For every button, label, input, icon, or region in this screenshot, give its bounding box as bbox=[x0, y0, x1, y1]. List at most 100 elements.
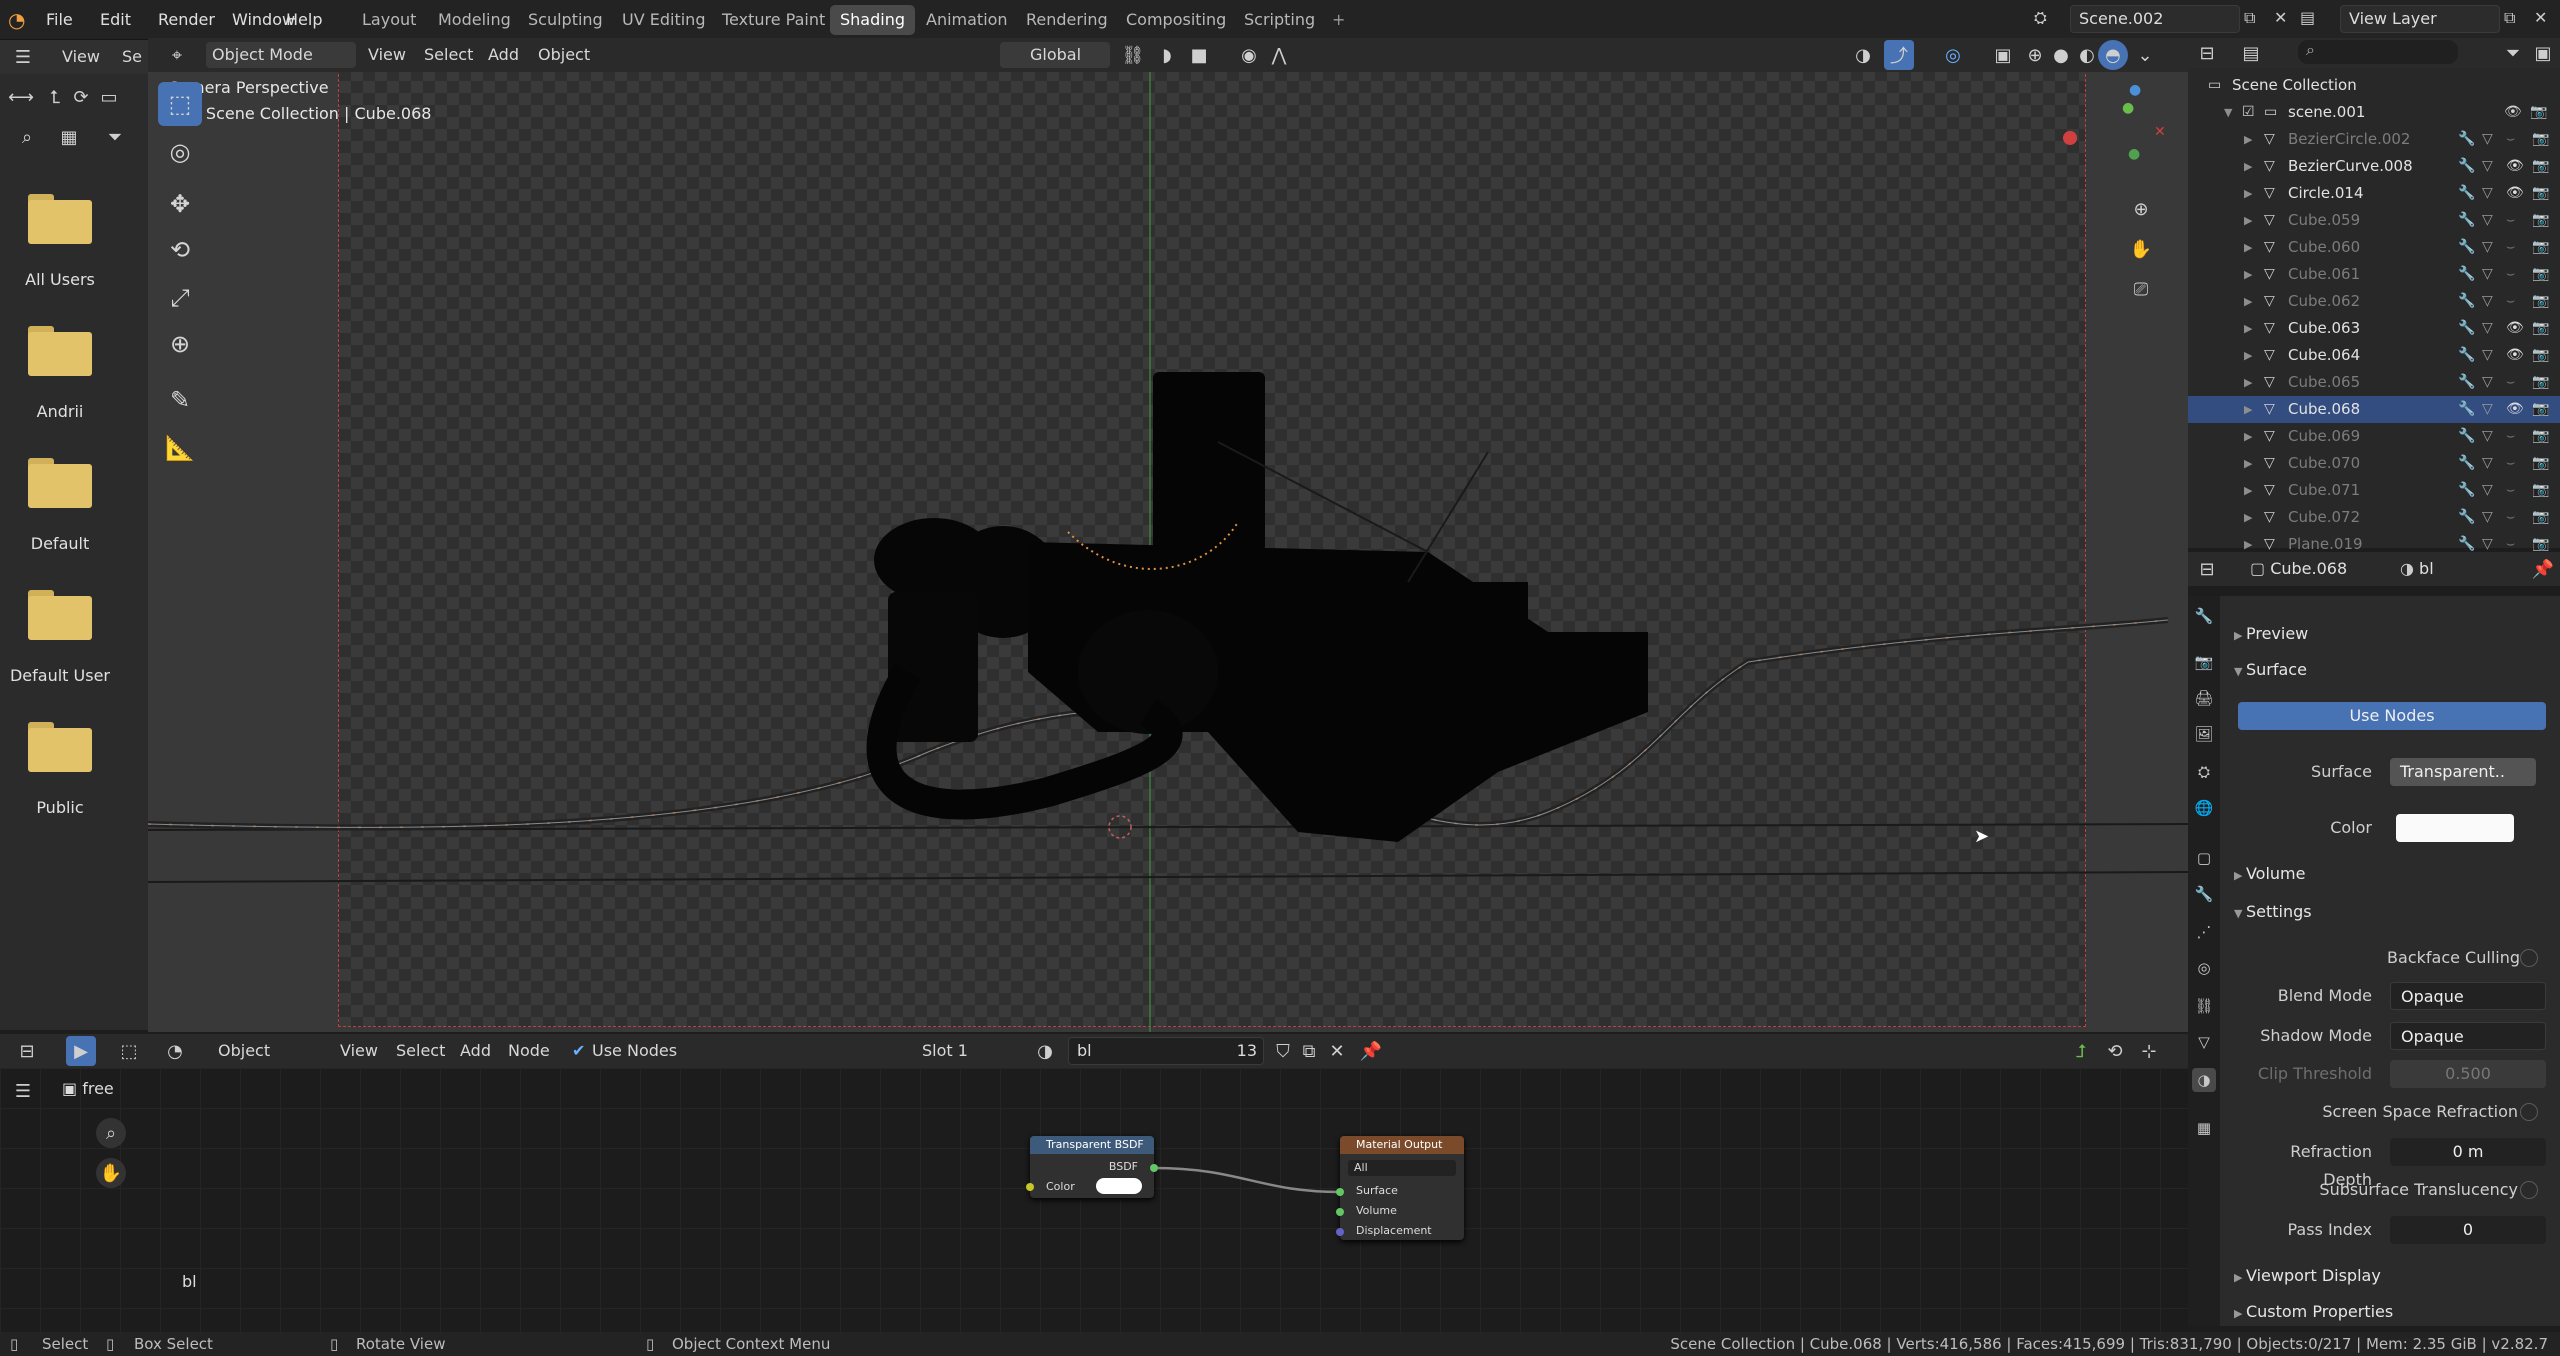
scene-icon[interactable]: ⛭ bbox=[2034, 8, 2047, 28]
rendered-shading-icon[interactable]: ◓ bbox=[2098, 40, 2128, 70]
move-tool-icon[interactable]: ✥ bbox=[158, 182, 202, 226]
display-mode-icon[interactable]: ▤ bbox=[2236, 38, 2266, 68]
refresh-icon[interactable]: ⟳ bbox=[66, 82, 96, 112]
folder-label[interactable]: All Users bbox=[0, 270, 120, 289]
object-tab-icon[interactable]: ▢ bbox=[2192, 846, 2216, 870]
render-icon[interactable]: 📷 bbox=[2532, 342, 2549, 369]
modifier-icon[interactable]: 🔧 bbox=[2458, 396, 2475, 423]
view-layer-tab-icon[interactable]: 🖼 bbox=[2192, 722, 2216, 746]
gizmo-icon[interactable]: ⤴ bbox=[1884, 40, 1914, 70]
outliner-item[interactable]: ▶ ▽ BezierCurve.008 🔧 ▽ 👁 📷 bbox=[2188, 153, 2560, 180]
hidden-icon[interactable]: ⌣ bbox=[2506, 207, 2515, 234]
use-nodes-button[interactable]: Use Nodes bbox=[2238, 702, 2546, 730]
scale-tool-icon[interactable]: ⤢ bbox=[158, 276, 202, 320]
falloff-icon[interactable]: ⋀ bbox=[1264, 40, 1294, 70]
mesh-data-icon[interactable]: ▽ bbox=[2482, 153, 2493, 180]
modifier-icon[interactable]: 🔧 bbox=[2458, 450, 2475, 477]
viewport-select-menu[interactable]: Select bbox=[418, 42, 479, 68]
volume-input-socket[interactable] bbox=[1336, 1208, 1344, 1216]
constraints-tab-icon[interactable]: ⛓ bbox=[2192, 994, 2216, 1018]
viewport-display-panel-header[interactable]: ▶ Viewport Display bbox=[2234, 1262, 2381, 1290]
mesh-data-icon[interactable]: ▽ bbox=[2482, 504, 2493, 531]
outliner-item[interactable]: ▶ ▽ Cube.068 🔧 ▽ 👁 📷 bbox=[2188, 396, 2560, 423]
viewport-view-menu[interactable]: View bbox=[362, 42, 412, 68]
tab-texture-paint[interactable]: Texture Paint bbox=[712, 5, 835, 35]
node-select-tool-icon[interactable]: ▶ bbox=[66, 1036, 96, 1066]
render-icon[interactable]: 📷 bbox=[2532, 207, 2549, 234]
outliner-item[interactable]: ▶ ▽ Cube.060 🔧 ▽ ⌣ 📷 bbox=[2188, 234, 2560, 261]
mesh-data-icon[interactable]: ▽ bbox=[2482, 126, 2493, 153]
3d-viewport[interactable]: Camera Perspective (88) Scene Collection… bbox=[148, 72, 2188, 1032]
expand-icon[interactable]: ▶ bbox=[2244, 342, 2252, 369]
hidden-icon[interactable]: ⌣ bbox=[2506, 504, 2515, 531]
expand-icon[interactable]: ▶ bbox=[2244, 423, 2252, 450]
sst-checkbox[interactable] bbox=[2520, 1181, 2538, 1199]
view-layer-icon[interactable]: ▤ bbox=[2300, 8, 2315, 27]
render-icon[interactable]: 📷 bbox=[2532, 477, 2549, 504]
hidden-icon[interactable]: ⌣ bbox=[2506, 288, 2515, 315]
slot-dropdown[interactable]: Slot 1 bbox=[916, 1038, 1020, 1064]
navigation-gizmo[interactable]: ● ● ✕ ● bbox=[2102, 82, 2172, 162]
new-collection-icon[interactable]: ▣ bbox=[2528, 38, 2558, 68]
menu-edit[interactable]: Edit bbox=[94, 6, 137, 34]
orientation-dropdown[interactable]: Global bbox=[1000, 42, 1110, 68]
color-input-socket[interactable] bbox=[1026, 1183, 1034, 1191]
physics-tab-icon[interactable]: ◎ bbox=[2192, 956, 2216, 980]
expand-icon[interactable]: ▶ bbox=[2244, 396, 2252, 423]
back-icon[interactable]: ⟷ bbox=[6, 82, 36, 112]
tab-layout[interactable]: Layout bbox=[352, 5, 426, 35]
overlay-icon[interactable]: ◎ bbox=[1938, 40, 1968, 70]
mesh-data-icon[interactable]: ▽ bbox=[2482, 261, 2493, 288]
node-select-menu[interactable]: Select bbox=[390, 1038, 451, 1064]
modifier-tab-icon[interactable]: 🔧 bbox=[2192, 882, 2216, 906]
object-breadcrumb[interactable]: ▢ Cube.068 bbox=[2250, 556, 2347, 582]
settings-panel-header[interactable]: ▼ Settings bbox=[2234, 898, 2312, 926]
transform-icon[interactable]: ⌖ bbox=[162, 40, 192, 70]
expand-icon[interactable]: ▶ bbox=[2244, 369, 2252, 396]
modifier-icon[interactable]: 🔧 bbox=[2458, 126, 2475, 153]
render-icon[interactable]: 📷 bbox=[2532, 315, 2549, 342]
hidden-icon[interactable]: ⌣ bbox=[2506, 450, 2515, 477]
tab-animation[interactable]: Animation bbox=[916, 5, 1018, 35]
eye-icon[interactable]: 👁 bbox=[2506, 396, 2524, 423]
filebrowser-view-menu[interactable]: View bbox=[56, 44, 106, 70]
mesh-data-icon[interactable]: ▽ bbox=[2482, 180, 2493, 207]
mesh-data-icon[interactable]: ▽ bbox=[2482, 423, 2493, 450]
surface-panel-header[interactable]: ▼ Surface bbox=[2234, 656, 2307, 684]
clip-threshold-field[interactable]: 0.500 bbox=[2390, 1060, 2546, 1088]
editor-type-icon[interactable]: ☰ bbox=[8, 42, 38, 72]
new-view-layer-icon[interactable]: ⧉ bbox=[2504, 8, 2515, 28]
render-icon[interactable]: 📷 bbox=[2530, 99, 2547, 126]
properties-editor-icon[interactable]: ⊟ bbox=[2192, 554, 2222, 584]
scene-field[interactable]: Scene.002 bbox=[2070, 5, 2240, 33]
mesh-data-icon[interactable]: ▽ bbox=[2482, 396, 2493, 423]
new-scene-icon[interactable]: ⧉ bbox=[2244, 8, 2255, 28]
tab-shading[interactable]: Shading bbox=[830, 5, 915, 35]
pivot-icon[interactable]: ⛓ bbox=[1118, 40, 1148, 70]
xray-icon[interactable]: ▣ bbox=[1988, 40, 2018, 70]
snap-node-icon[interactable]: ⟲ bbox=[2100, 1036, 2130, 1066]
expand-icon[interactable]: ▶ bbox=[2244, 153, 2252, 180]
modifier-icon[interactable]: 🔧 bbox=[2458, 477, 2475, 504]
modifier-icon[interactable]: 🔧 bbox=[2458, 315, 2475, 342]
annotate-tool-icon[interactable]: ✎ bbox=[158, 378, 202, 422]
displacement-input-socket[interactable] bbox=[1336, 1228, 1344, 1236]
mesh-data-icon[interactable]: ▽ bbox=[2482, 369, 2493, 396]
expand-icon[interactable]: ▶ bbox=[2244, 450, 2252, 477]
axis-y-icon[interactable]: ● bbox=[2122, 100, 2134, 116]
mesh-data-icon[interactable]: ▽ bbox=[2482, 315, 2493, 342]
tab-sculpting[interactable]: Sculpting bbox=[518, 5, 613, 35]
tab-compositing[interactable]: Compositing bbox=[1116, 5, 1236, 35]
menu-file[interactable]: File bbox=[40, 6, 79, 34]
folder-icon[interactable] bbox=[28, 720, 92, 772]
folder-label[interactable]: Public bbox=[0, 798, 120, 817]
outliner-item[interactable]: ▶ ▽ Cube.069 🔧 ▽ ⌣ 📷 bbox=[2188, 423, 2560, 450]
hidden-icon[interactable]: ⌣ bbox=[2506, 126, 2515, 153]
mesh-data-icon[interactable]: ▽ bbox=[2482, 234, 2493, 261]
outliner-item[interactable]: ▶ ▽ Cube.061 🔧 ▽ ⌣ 📷 bbox=[2188, 261, 2560, 288]
shader-type-dropdown[interactable]: Object bbox=[212, 1038, 322, 1064]
blend-mode-dropdown[interactable]: Opaque bbox=[2390, 982, 2546, 1010]
render-icon[interactable]: 📷 bbox=[2532, 423, 2549, 450]
outliner-item[interactable]: ▶ ▽ Cube.072 🔧 ▽ ⌣ 📷 bbox=[2188, 504, 2560, 531]
shader-type-icon[interactable]: ◔ bbox=[160, 1036, 190, 1066]
